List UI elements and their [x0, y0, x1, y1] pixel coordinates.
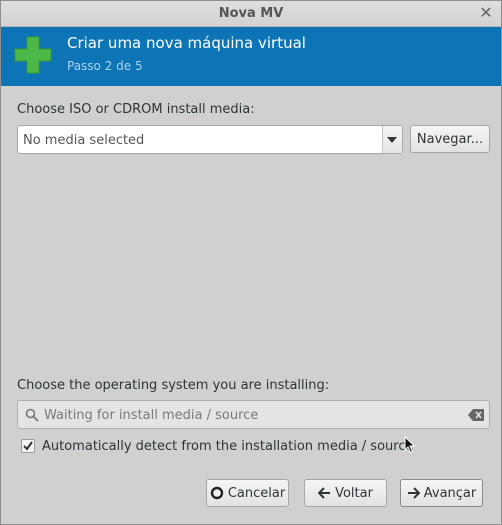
os-search-input[interactable]: Waiting for install media / source: [17, 400, 490, 429]
close-icon[interactable]: ✕: [477, 4, 495, 22]
browse-label: Navegar...: [416, 131, 484, 147]
new-vm-dialog: Nova MV ✕ Criar uma nova máquina virtual…: [0, 0, 502, 525]
clear-icon[interactable]: [468, 408, 485, 422]
forward-button[interactable]: Avançar: [400, 479, 483, 507]
mouse-pointer-icon: [404, 436, 416, 454]
back-button[interactable]: Voltar: [304, 479, 387, 507]
search-icon: [25, 408, 39, 422]
wizard-heading: Criar uma nova máquina virtual: [67, 34, 306, 52]
os-search-text: Waiting for install media / source: [44, 408, 259, 423]
checkmark-icon: [23, 441, 33, 451]
cancel-icon: [210, 486, 224, 500]
cancel-label: Cancelar: [227, 485, 286, 501]
media-label: Choose ISO or CDROM install media:: [17, 102, 255, 117]
arrow-right-icon: [407, 487, 420, 499]
plus-icon: [14, 36, 52, 74]
arrow-left-icon: [318, 487, 331, 499]
back-label: Voltar: [335, 485, 373, 501]
browse-button[interactable]: Navegar...: [410, 125, 490, 153]
autodetect-label[interactable]: Automatically detect from the installati…: [42, 439, 413, 454]
os-label: Choose the operating system you are inst…: [17, 378, 330, 393]
window-title: Nova MV: [218, 6, 284, 21]
media-combo[interactable]: No media selected: [17, 125, 403, 154]
chevron-down-icon[interactable]: [382, 126, 402, 153]
media-combo-value: No media selected: [23, 133, 145, 148]
wizard-banner: Criar uma nova máquina virtual Passo 2 d…: [1, 27, 501, 86]
autodetect-checkbox[interactable]: [21, 439, 35, 453]
forward-label: Avançar: [423, 485, 477, 501]
titlebar[interactable]: Nova MV ✕: [1, 1, 501, 27]
cancel-button[interactable]: Cancelar: [206, 479, 289, 507]
wizard-step: Passo 2 de 5: [67, 59, 143, 73]
